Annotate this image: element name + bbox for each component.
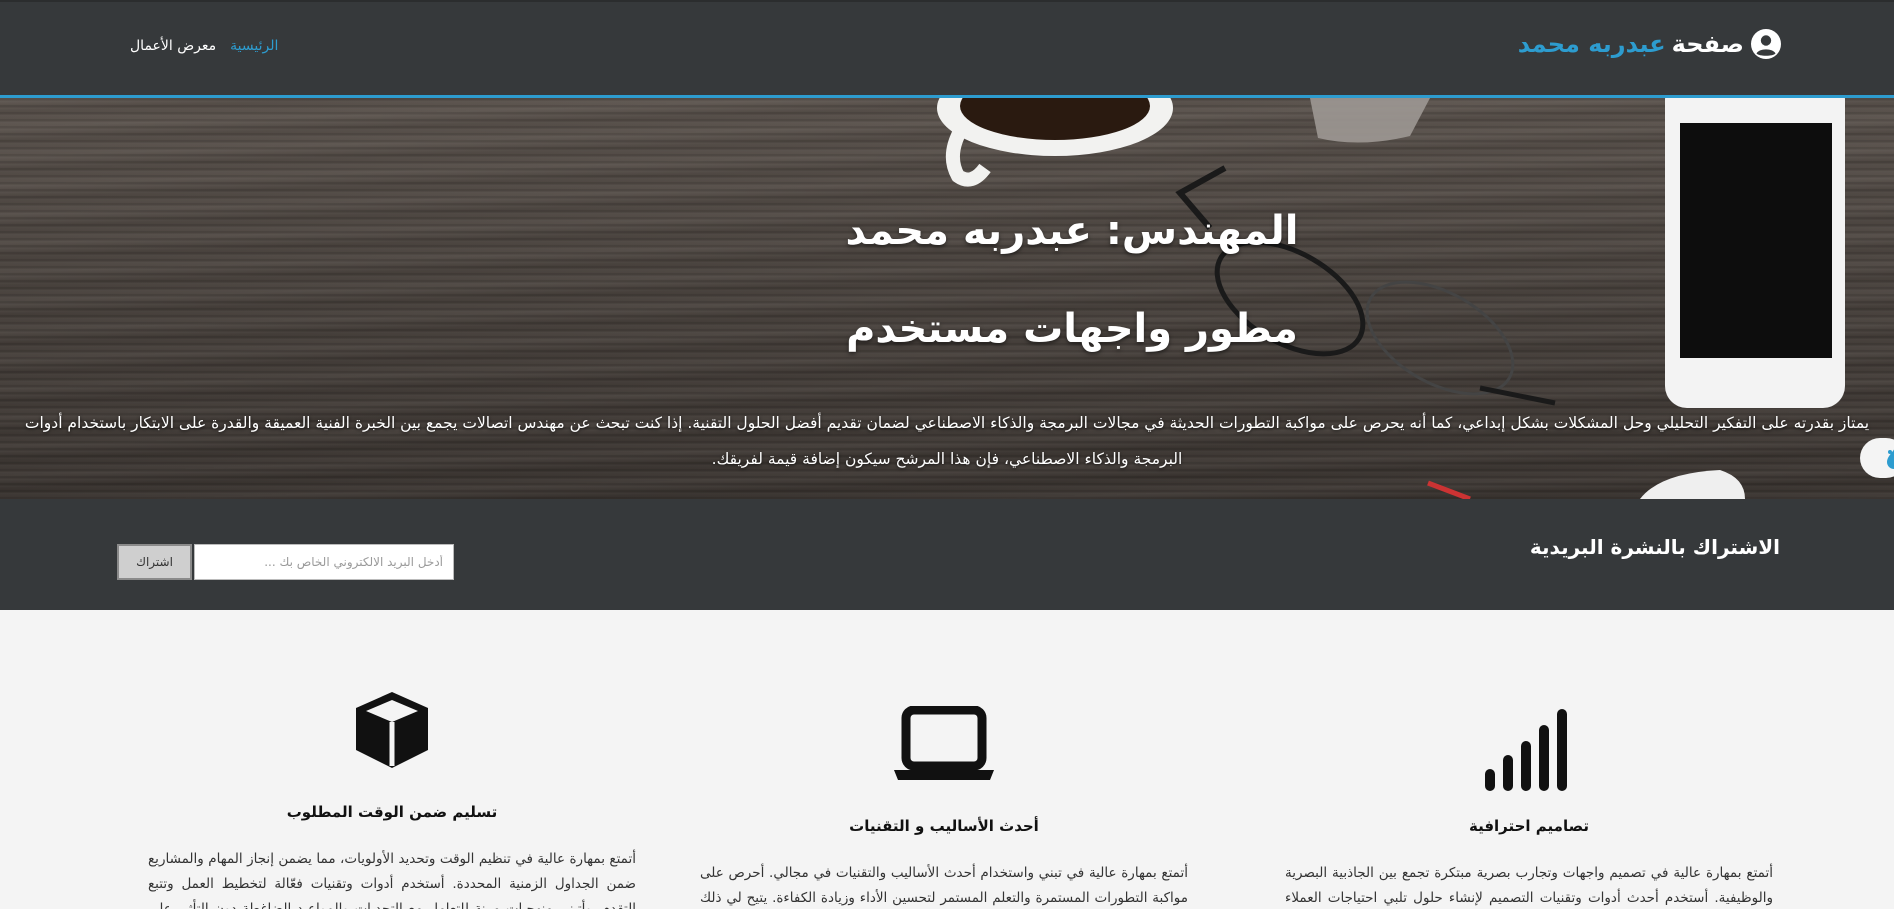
feature-description: أتمتع بمهارة عالية في تبني واستخدام أحدث…	[700, 865, 1188, 906]
hero-subtitle: مطور واجهات مستخدم	[846, 306, 1298, 352]
main-nav: الرئيسية معرض الأعمال	[130, 38, 278, 54]
cube-icon	[356, 692, 428, 768]
feature-title: تسليم ضمن الوقت المطلوب	[286, 803, 498, 821]
accessibility-badge[interactable]	[1860, 438, 1894, 478]
features-section: تصاميم احترافية أتمتع بمهارة عالية في تص…	[0, 610, 1894, 909]
brand-word: صفحة	[1671, 30, 1744, 58]
feature-card-professional-designs: تصاميم احترافية أتمتع بمهارة عالية في تص…	[1279, 610, 1779, 909]
site-header: صفحة عبدربه محمد الرئيسية معرض الأعمال	[0, 0, 1894, 98]
brand-name: عبدربه محمد	[1517, 30, 1666, 58]
subscribe-button[interactable]: اشتراك	[117, 544, 192, 580]
nav-link-home[interactable]: الرئيسية	[230, 38, 278, 54]
feature-title: أحدث الأساليب و التقنيات	[849, 817, 1039, 835]
feature-title: تصاميم احترافية	[1468, 817, 1590, 835]
water-drop-icon	[1887, 449, 1894, 469]
coffee-cup-image	[937, 98, 1173, 187]
newsletter-title: الاشتراك بالنشرة البريدية	[1529, 535, 1780, 559]
feature-description: أتمتع بمهارة عالية في تصميم واجهات وتجار…	[1285, 865, 1773, 906]
nav-link-portfolio[interactable]: معرض الأعمال	[130, 38, 216, 54]
laptop-icon	[894, 706, 994, 780]
site-brand[interactable]: صفحة عبدربه محمد	[1518, 28, 1782, 60]
feature-card-latest-techniques: أحدث الأساليب و التقنيات أتمتع بمهارة عا…	[694, 610, 1194, 909]
hero-banner: المهندس: عبدربه محمد مطور واجهات مستخدم …	[0, 98, 1894, 499]
feature-description: أتمتع بمهارة عالية في تنظيم الوقت وتحديد…	[148, 851, 636, 909]
hero-title: المهندس: عبدربه محمد	[845, 208, 1299, 254]
signal-bars-icon	[1485, 709, 1567, 791]
feature-card-on-time-delivery: تسليم ضمن الوقت المطلوب أتمتع بمهارة عال…	[142, 610, 642, 909]
email-input[interactable]	[194, 544, 454, 580]
newsletter-form: اشتراك	[117, 544, 454, 580]
user-avatar-icon	[1751, 29, 1781, 59]
newsletter-section: الاشتراك بالنشرة البريدية اشتراك	[0, 499, 1894, 610]
eyeglasses-image	[1175, 165, 1556, 406]
hero-description: يمتاز بقدرته على التفكير التحليلي وحل ال…	[24, 414, 1870, 468]
